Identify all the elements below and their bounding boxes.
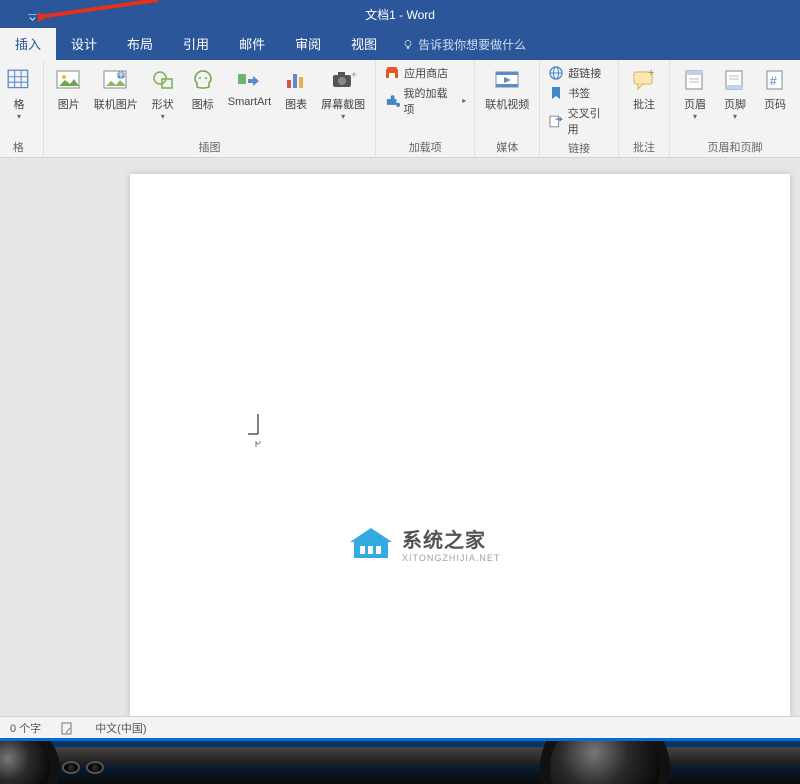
- tab-insert[interactable]: 插入: [0, 27, 56, 60]
- smartart-icon: [234, 66, 264, 94]
- bookmark-button[interactable]: 书签: [546, 84, 612, 102]
- lightbulb-icon: [402, 39, 414, 51]
- document-workspace[interactable]: 系统之家 XITONGZHIJIA.NET: [0, 158, 800, 716]
- table-button-partial[interactable]: 格 ▾: [0, 64, 38, 122]
- quick-access-area: [28, 12, 37, 26]
- picture-icon: [54, 66, 84, 94]
- screenshot-button[interactable]: + 屏幕截图 ▾: [317, 64, 369, 122]
- footer-icon: [720, 66, 750, 94]
- bottom-image-strip: [0, 738, 800, 784]
- addins-icon: [384, 93, 399, 109]
- shapes-icon: [148, 66, 178, 94]
- car-body: [0, 747, 800, 765]
- group-header-footer: 页眉 ▾ 页脚 ▾ # 页码 页眉和页脚: [670, 60, 800, 157]
- tell-me-search[interactable]: 告诉我你想要做什么: [392, 36, 526, 60]
- proofing-icon: [61, 721, 75, 735]
- pictures-button[interactable]: 图片: [50, 64, 88, 114]
- group-illustrations: 图片 联机图片 形状 ▾ 图标 SmartArt 图表: [44, 60, 376, 157]
- header-button[interactable]: 页眉 ▾: [676, 64, 714, 122]
- word-count[interactable]: 0 个字: [10, 720, 41, 736]
- watermark-logo-icon: [348, 526, 394, 562]
- car-exhaust: [62, 761, 104, 774]
- group-media: 联机视频 媒体: [475, 60, 540, 157]
- store-button[interactable]: 应用商店: [382, 64, 468, 82]
- watermark-title: 系统之家: [402, 524, 500, 553]
- bookmark-icon: [548, 85, 564, 101]
- comment-icon: +: [629, 66, 659, 94]
- group-addins: 应用商店 我的加载项 ▸ 加载项: [376, 60, 475, 157]
- page-number-icon: #: [760, 66, 790, 94]
- annotation-arrow: [38, 0, 168, 24]
- status-bar: 0 个字 中文(中国): [0, 716, 800, 738]
- text-cursor: [248, 414, 262, 450]
- my-addins-button[interactable]: 我的加载项 ▸: [382, 84, 468, 118]
- store-icon: [384, 65, 400, 81]
- icons-button[interactable]: 图标: [184, 64, 222, 114]
- tab-design[interactable]: 设计: [56, 27, 112, 60]
- car-wheel-left: [0, 738, 60, 784]
- hyperlink-button[interactable]: 超链接: [546, 64, 612, 82]
- online-video-button[interactable]: 联机视频: [481, 64, 533, 114]
- header-icon: [680, 66, 710, 94]
- proofing-button[interactable]: [61, 721, 75, 735]
- cross-reference-button[interactable]: 交叉引用: [546, 104, 612, 138]
- ribbon-tabs: 插入 设计 布局 引用 邮件 审阅 视图 告诉我你想要做什么: [0, 28, 800, 60]
- tab-review[interactable]: 审阅: [280, 27, 336, 60]
- online-pictures-button[interactable]: 联机图片: [90, 64, 142, 114]
- svg-text:+: +: [648, 67, 654, 79]
- svg-text:#: #: [770, 74, 777, 88]
- document-page[interactable]: [130, 174, 790, 716]
- title-bar: 文档1 - Word: [0, 0, 800, 28]
- group-tables-partial: 格 ▾ 格: [0, 60, 44, 157]
- ribbon: 格 ▾ 格 图片 联机图片 形状 ▾ 图标: [0, 60, 800, 158]
- icons-icon: [188, 66, 218, 94]
- window-title: 文档1 - Word: [365, 6, 435, 23]
- tab-view[interactable]: 视图: [336, 27, 392, 60]
- tell-me-placeholder: 告诉我你想要做什么: [418, 36, 526, 53]
- language-status[interactable]: 中文(中国): [95, 720, 146, 736]
- screenshot-icon: +: [328, 66, 358, 94]
- crossref-icon: [548, 113, 563, 129]
- group-comments: + 批注 批注: [619, 60, 670, 157]
- watermark: 系统之家 XITONGZHIJIA.NET: [348, 524, 500, 563]
- car-wheel-right: [540, 738, 670, 784]
- hyperlink-icon: [548, 65, 564, 81]
- page-number-button[interactable]: # 页码: [756, 64, 794, 114]
- smartart-button[interactable]: SmartArt: [224, 64, 275, 110]
- online-picture-icon: [101, 66, 131, 94]
- watermark-subtitle: XITONGZHIJIA.NET: [402, 553, 500, 563]
- shapes-button[interactable]: 形状 ▾: [144, 64, 182, 122]
- svg-text:+: +: [351, 70, 357, 81]
- tab-references[interactable]: 引用: [168, 27, 224, 60]
- tab-mailings[interactable]: 邮件: [224, 27, 280, 60]
- chart-icon: [281, 66, 311, 94]
- tab-layout[interactable]: 布局: [112, 27, 168, 60]
- group-links: 超链接 书签 交叉引用 链接: [540, 60, 619, 157]
- video-icon: [492, 66, 522, 94]
- comment-button[interactable]: + 批注: [625, 64, 663, 114]
- footer-button[interactable]: 页脚 ▾: [716, 64, 754, 122]
- chart-button[interactable]: 图表: [277, 64, 315, 114]
- qat-dropdown-icon[interactable]: [28, 14, 37, 23]
